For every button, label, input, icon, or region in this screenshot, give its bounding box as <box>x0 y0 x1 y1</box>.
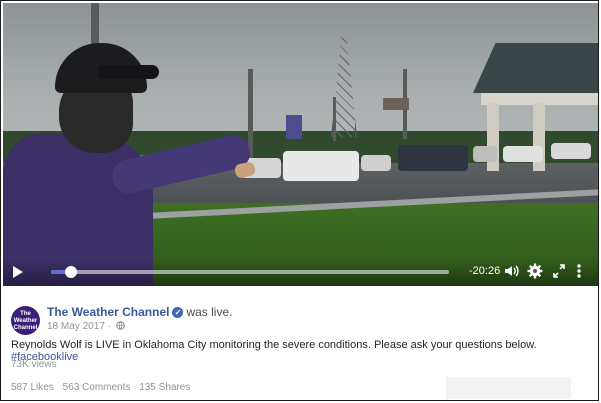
blurred-area <box>446 377 571 399</box>
page-name-row: The Weather Channel ✓ was live. <box>47 305 232 319</box>
cap-bill <box>99 65 159 79</box>
post-message: Reynolds Wolf is LIVE in Oklahoma City m… <box>11 339 537 351</box>
post-text: Reynolds Wolf is LIVE in Oklahoma City m… <box>11 339 598 363</box>
avatar[interactable]: The Weather Channel <box>11 306 40 335</box>
post-date-row: 18 May 2017 · <box>47 321 125 332</box>
view-count: 73K views <box>11 359 57 370</box>
car <box>361 155 391 171</box>
car <box>551 143 591 159</box>
globe-icon <box>115 321 125 330</box>
live-status: was live. <box>186 305 233 319</box>
post-frame: -20:26 The Weather Channel The Weather C… <box>0 0 599 401</box>
avatar-text: The <box>20 311 31 317</box>
player-controls: -20:26 <box>3 259 598 286</box>
avatar-text: Channel <box>13 325 38 331</box>
volume-icon[interactable] <box>503 263 519 284</box>
car <box>283 151 359 181</box>
more-vertical-icon[interactable] <box>576 263 582 284</box>
likes-count[interactable]: 587 Likes <box>11 382 54 393</box>
gear-icon[interactable] <box>527 263 543 284</box>
avatar-text: Weather <box>13 318 38 324</box>
verified-icon: ✓ <box>172 307 184 318</box>
sign <box>383 98 409 110</box>
car <box>398 145 468 171</box>
sign <box>286 115 302 139</box>
play-icon[interactable] <box>13 266 23 278</box>
progress-thumb[interactable] <box>64 266 77 278</box>
engagement-stats: 587 Likes 563 Comments 135 Shares <box>11 382 196 393</box>
post-date[interactable]: 18 May 2017 · <box>47 321 111 332</box>
expand-icon[interactable] <box>552 263 566 284</box>
car <box>503 146 543 162</box>
car <box>473 146 497 162</box>
shares-count[interactable]: 135 Shares <box>139 382 190 393</box>
time-remaining: -20:26 <box>469 265 501 277</box>
progress-track[interactable] <box>51 266 449 278</box>
video-player[interactable] <box>3 3 598 286</box>
comments-count[interactable]: 563 Comments <box>63 382 131 393</box>
page-name-link[interactable]: The Weather Channel <box>47 305 169 319</box>
